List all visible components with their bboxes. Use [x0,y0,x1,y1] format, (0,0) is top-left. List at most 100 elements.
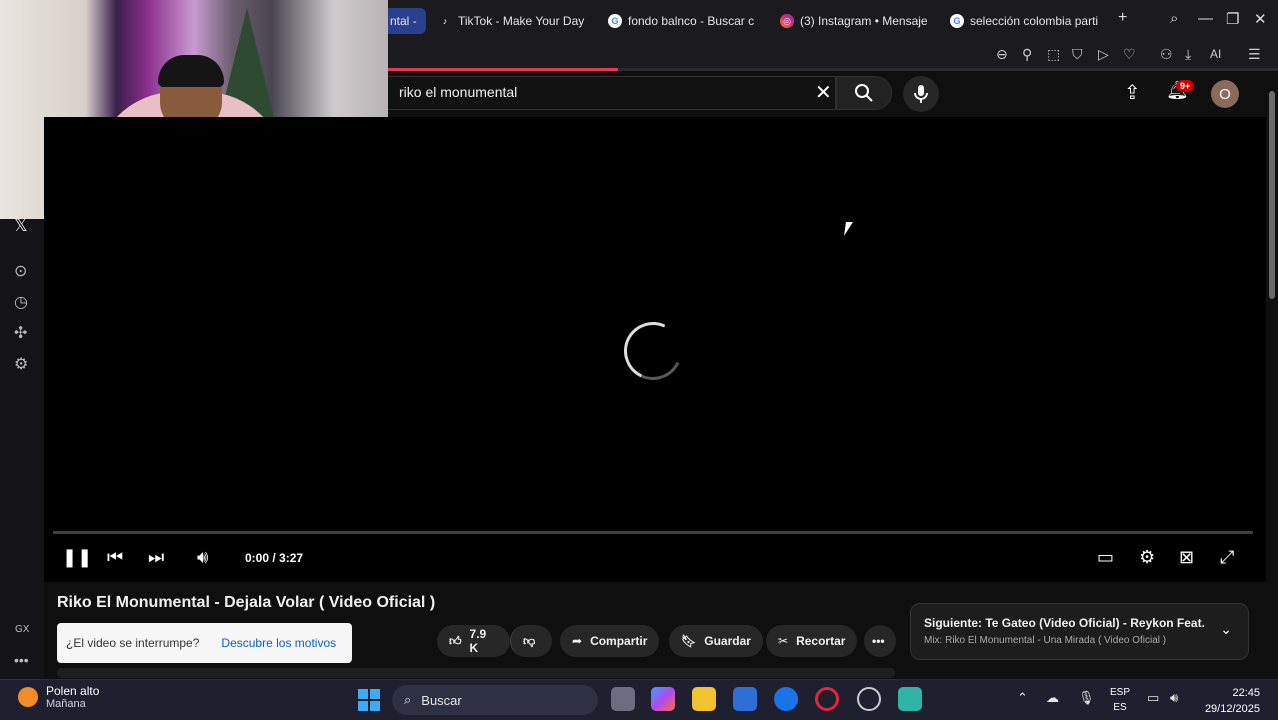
pin-icon[interactable]: ⚲ [1022,46,1032,63]
toast-link[interactable]: Descubre los motivos [221,636,336,650]
ai-label: AI [1210,47,1222,61]
video-scrubber[interactable] [53,531,1253,534]
weather-icon [18,687,38,707]
onedrive-icon[interactable]: ☁ [1046,690,1059,706]
dislike-button[interactable]: 👎︎ [510,625,552,657]
up-next-card[interactable]: Siguiente: Te Gateo (Video Oficial) - Re… [910,603,1249,660]
clip-button[interactable]: ✂ Recortar [766,625,858,657]
tab-google-seleccion[interactable]: G selección colombia parti [950,8,1105,34]
store-icon[interactable] [733,687,757,711]
gx-icon[interactable]: GX [15,624,29,635]
minimize-icon[interactable]: — [1198,10,1213,27]
taskbar-search-placeholder: Buscar [421,692,462,708]
bookmark-icon: 🔖︎ [681,634,697,648]
windows-start-icon[interactable] [358,689,380,711]
avatar[interactable]: O [1211,80,1239,108]
interruption-toast: ¿El video se interrumpe? Descubre los mo… [57,623,352,663]
tab-label: selección colombia parti [970,14,1099,28]
close-icon[interactable]: ✕ [1254,10,1267,28]
voice-search-button[interactable] [903,76,939,112]
tab-active[interactable]: ntal - [388,8,426,34]
tab-tiktok[interactable]: ♪ TikTok - Make Your Day [438,8,588,34]
clip-label: Recortar [796,634,846,648]
chatgpt-icon[interactable] [857,687,881,711]
tiktok-icon: ♪ [442,16,448,26]
microphone-icon[interactable]: 🎙︎ [1078,690,1095,706]
network-icon[interactable]: ▭ [1147,690,1159,706]
instagram-icon: ◎ [780,14,794,28]
download-icon[interactable]: ⤓ [1185,46,1191,63]
outlook-icon[interactable] [774,687,798,711]
tab-instagram[interactable]: ◎ (3) Instagram • Mensaje [780,8,932,34]
opera-gx-icon[interactable] [815,687,839,711]
player-icon[interactable]: ⊙ [14,261,27,281]
menu-icon[interactable]: ☰ [1248,46,1261,63]
thumbs-down-icon: 👎︎ [523,633,536,648]
clock-date: 29/12/2025 [1204,703,1260,715]
chevron-up-icon[interactable]: ⌃ [1017,690,1028,706]
heart-icon[interactable]: ♡ [1123,46,1136,63]
new-tab-button[interactable]: + [1118,9,1127,27]
like-button[interactable]: 👍︎ 7.9 K [437,625,510,657]
ai-button[interactable]: AI [1210,47,1221,61]
subtitles-icon[interactable]: ▭ [1097,547,1114,568]
shield-icon[interactable]: ⛉ [1072,46,1083,63]
volume-icon[interactable]: 🔊︎ [1170,690,1178,706]
lang-bottom: ES [1113,702,1127,713]
task-view-icon[interactable] [611,687,635,711]
browser-sidebar: 𝕏 ⊙ ◷ ✣ ⚙ GX ••• [0,216,44,679]
save-label: Guardar [704,634,751,648]
settings-icon[interactable]: ⚙ [1139,547,1155,568]
zoom-out-icon[interactable]: ⊖ [996,46,1008,63]
search-button[interactable] [836,76,892,110]
share-button[interactable]: ➦ Compartir [560,625,660,657]
notification-badge: 9+ [1176,80,1195,92]
notepad-icon[interactable] [898,687,922,711]
taskbar-clock[interactable]: 22:45 29/12/2025 [1196,685,1260,717]
history-icon[interactable]: ◷ [14,292,28,312]
copilot-icon[interactable] [651,687,675,711]
like-count: 7.9 K [469,627,487,655]
language-indicator[interactable]: ESP ES [1108,685,1132,715]
pause-icon[interactable]: ❚❚ [62,547,92,568]
chevron-down-icon[interactable]: ⌄ [1220,621,1232,638]
weather-sub: Mañana [46,698,86,710]
settings-icon[interactable]: ⚙ [14,354,28,374]
maximize-icon[interactable]: ❐ [1226,10,1239,28]
search-tabs-icon[interactable]: ⌕ [1170,10,1178,27]
volume-icon[interactable]: 🔊︎ [197,547,208,568]
google-icon: G [950,14,964,28]
search-icon [855,84,873,102]
browser-tab-bar: ntal - ♪ TikTok - Make Your Day G fondo … [388,0,1278,42]
save-button[interactable]: 🔖︎ Guardar [669,625,763,657]
upload-icon[interactable]: ⇪ [1124,80,1141,105]
play-icon[interactable]: ▷ [1098,46,1109,63]
more-actions-button[interactable]: ••• [864,625,896,657]
tab-google-fondo[interactable]: G fondo balnco - Buscar c [608,8,760,34]
description-box[interactable] [57,668,895,678]
page-scrollbar[interactable] [1266,71,1278,679]
fullscreen-icon[interactable]: ⤢ [1220,547,1234,568]
search-value: riko el monumental [399,84,518,100]
weather-title: Polen alto [46,684,100,698]
thumbs-up-icon: 👍︎ [449,633,462,648]
tab-label: TikTok - Make Your Day [458,14,585,28]
file-explorer-icon[interactable] [692,687,716,711]
scrollbar-thumb[interactable] [1269,91,1275,299]
extensions-icon[interactable]: ✣ [14,323,27,343]
account-icon[interactable]: ⚇ [1160,46,1173,63]
taskbar-search-input[interactable]: ⌕ Buscar [392,685,598,715]
x-icon[interactable]: 𝕏 [14,216,28,236]
share-icon: ➦ [572,634,583,648]
previous-icon[interactable]: ⏮︎ [107,547,123,568]
weather-widget[interactable]: Polen alto Mañana [18,684,99,710]
clear-search-icon[interactable]: ✕ [815,80,832,105]
snapshot-icon[interactable]: ⬚ [1047,46,1060,63]
next-icon[interactable]: ⏭︎ [148,547,164,568]
up-next-title: Siguiente: Te Gateo (Video Oficial) - Re… [924,616,1209,630]
more-icon: ••• [872,634,885,648]
more-icon[interactable]: ••• [14,652,29,668]
tab-label: (3) Instagram • Mensaje [800,14,928,28]
miniplayer-icon[interactable]: ⊠ [1179,547,1194,568]
lang-top: ESP [1109,687,1130,698]
